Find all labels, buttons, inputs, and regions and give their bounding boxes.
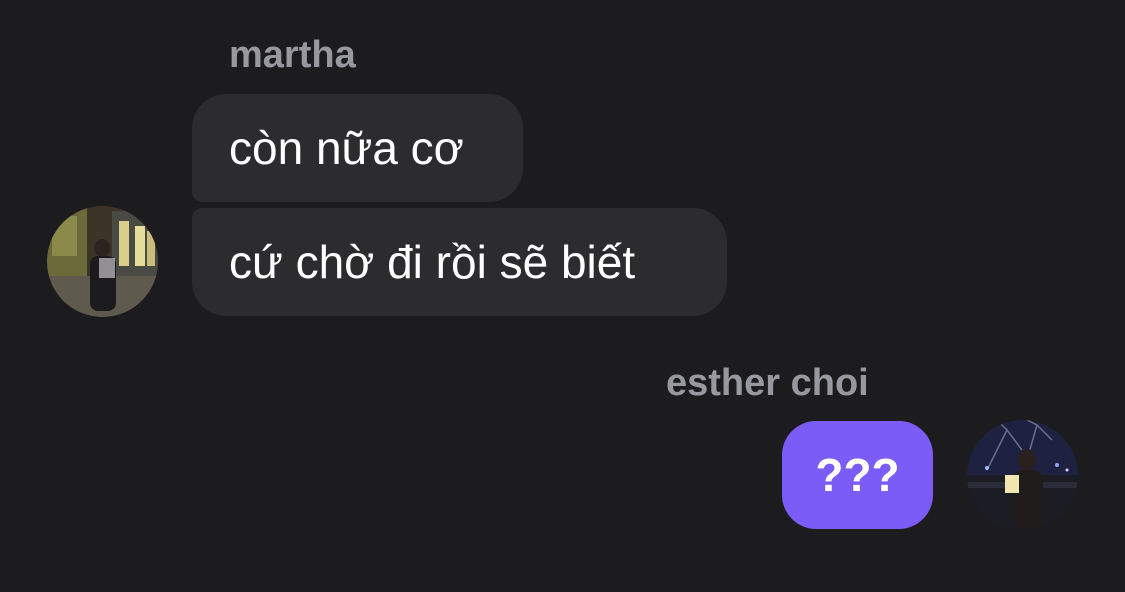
message-bubble-outgoing[interactable]: ??? (782, 421, 933, 529)
sender-name-martha: martha (229, 34, 356, 76)
chat-thread: martha còn nữa cơ cứ chờ đi rồi sẽ biết … (0, 0, 1125, 592)
sender-name-esther-choi: esther choi (666, 362, 869, 404)
avatar-martha[interactable] (47, 206, 158, 317)
message-bubble-incoming[interactable]: còn nữa cơ (192, 94, 523, 202)
avatar-esther-choi[interactable] (967, 420, 1078, 531)
avatar-photo-night (967, 420, 1078, 531)
message-bubble-incoming[interactable]: cứ chờ đi rồi sẽ biết (192, 208, 727, 316)
message-text: ??? (815, 449, 900, 501)
message-text: còn nữa cơ (229, 122, 464, 174)
message-text: cứ chờ đi rồi sẽ biết (229, 236, 636, 288)
avatar-photo-street (47, 206, 158, 317)
